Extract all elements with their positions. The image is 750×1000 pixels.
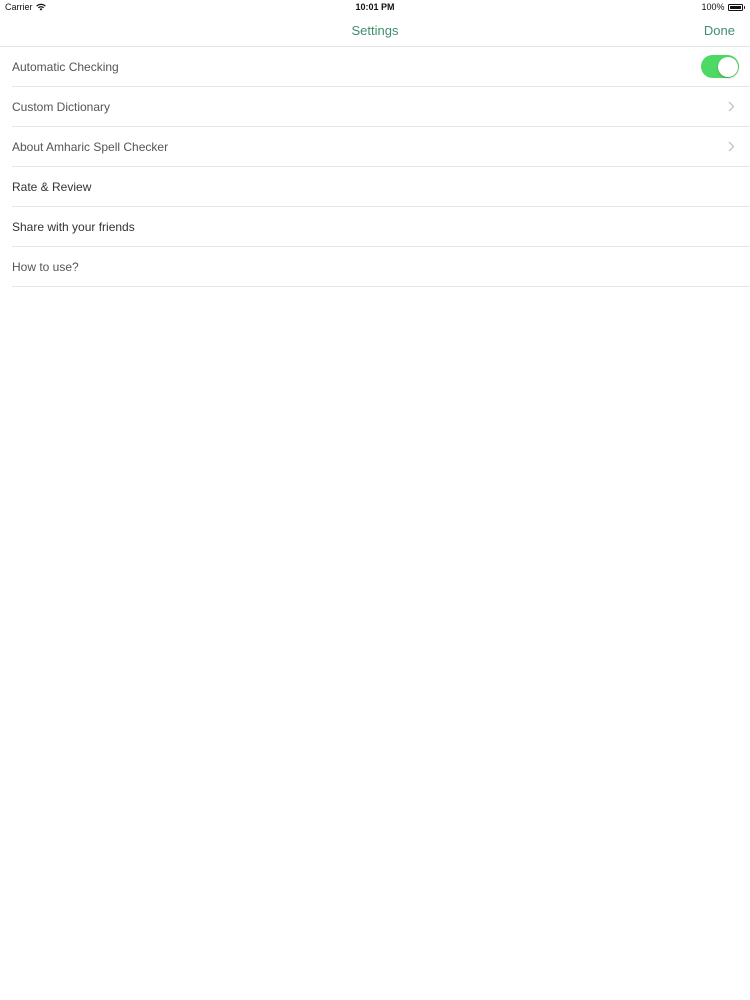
done-button[interactable]: Done [704, 23, 735, 38]
status-time: 10:01 PM [355, 2, 395, 12]
battery-tip [743, 5, 745, 9]
battery-fill [729, 5, 741, 9]
setting-label-about: About Amharic Spell Checker [12, 140, 169, 154]
page-title: Settings [351, 23, 399, 38]
status-bar: Carrier 10:01 PM 100% [0, 0, 750, 16]
battery-icon [727, 3, 745, 11]
settings-list: Automatic Checking Custom Dictionary Abo… [0, 47, 750, 287]
status-right: 100% [701, 2, 745, 12]
chevron-right-icon [728, 141, 735, 152]
battery-body [727, 3, 743, 11]
setting-row-rate-review[interactable]: Rate & Review [0, 167, 750, 207]
setting-label-custom-dictionary: Custom Dictionary [12, 100, 111, 114]
navigation-bar: Settings Done [0, 16, 750, 47]
setting-label-rate-review: Rate & Review [12, 180, 92, 194]
setting-row-automatic-checking: Automatic Checking [0, 47, 750, 87]
setting-row-how-to-use[interactable]: How to use? [0, 247, 750, 287]
setting-row-about[interactable]: About Amharic Spell Checker [0, 127, 750, 167]
toggle-knob [717, 56, 738, 77]
battery-percentage: 100% [701, 2, 725, 12]
setting-label-automatic-checking: Automatic Checking [12, 60, 119, 74]
setting-row-share[interactable]: Share with your friends [0, 207, 750, 247]
automatic-checking-toggle[interactable] [701, 55, 739, 78]
setting-label-share: Share with your friends [12, 220, 135, 234]
settings-screen: Carrier 10:01 PM 100% Settings Done Auto… [0, 0, 750, 1000]
setting-row-custom-dictionary[interactable]: Custom Dictionary [0, 87, 750, 127]
setting-label-how-to-use: How to use? [12, 260, 79, 274]
chevron-right-icon [728, 101, 735, 112]
